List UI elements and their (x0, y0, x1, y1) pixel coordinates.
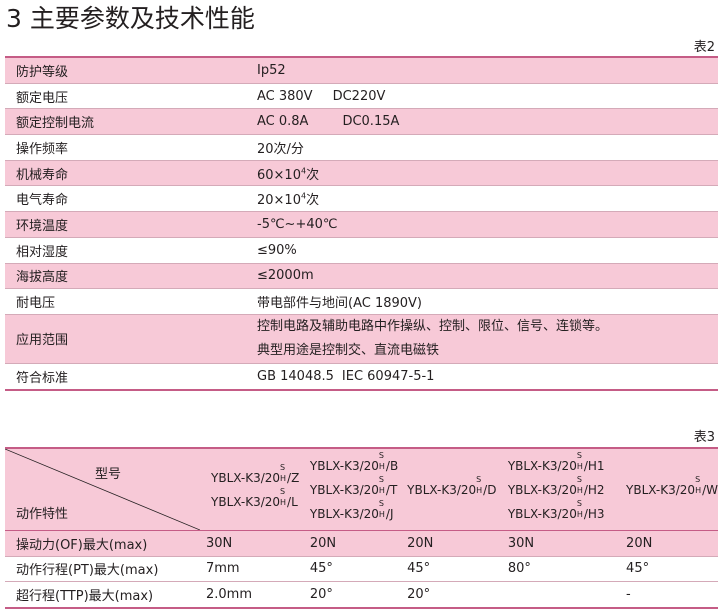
param-value: IEC 60947-5-1 (341, 368, 435, 384)
param-label: 耐电压 (5, 288, 255, 315)
param-unit: 次 (306, 193, 320, 209)
param-unit: 次 (306, 167, 320, 183)
cell-value: 2.0mm (200, 581, 304, 609)
param-value: ≤2000m (255, 263, 718, 290)
row-label: 操动力(OF)最大(max) (5, 530, 200, 557)
param-value: ≤90% (255, 237, 718, 264)
header-type-label: 型号 (95, 467, 122, 482)
table3-tag: 表3 (693, 430, 715, 445)
section-title: 3 主要参数及技术性能 (6, 4, 255, 33)
cell-value: 20N (303, 530, 402, 557)
param-value: DC0.15A (342, 114, 400, 130)
table-row: 相对湿度 ≤90% (5, 237, 718, 264)
table-row: 应用范围 控制电路及辅助电路中作操纵、控制、限位、信号、连锁等。 典型用途是控制交… (5, 314, 718, 364)
param-value: -5℃~+40℃ (255, 211, 718, 238)
cell-value: - (620, 581, 718, 609)
parameters-table: 防护等级 Ip52 额定电压 AC 380V DC220V 额定控制电流 AC 0… (5, 55, 718, 391)
param-value: 带电部件与地间(AC 1890V) (255, 288, 718, 315)
param-value: 20次/分 (255, 134, 718, 161)
table-row: 动作行程(PT)最大(max) 7mm 45° 45° 80° 45° (5, 556, 718, 582)
param-label: 电气寿命 (5, 185, 255, 213)
cell-value: 20N (620, 530, 718, 557)
cell-value: 20° (303, 581, 402, 609)
action-characteristics-table: 型号 动作特性 YBLX-K3/20 S H/Z YBLX-K3/20 S H/L YB… (5, 447, 718, 609)
table-row: 额定控制电流 AC 0.8A DC0.15A (5, 108, 718, 136)
param-label: 海拔高度 (5, 263, 255, 290)
table-row: 防护等级 Ip52 (5, 55, 718, 84)
table-row: 超行程(TTP)最大(max) 2.0mm 20° 20° - (5, 581, 718, 609)
table2-tag: 表2 (693, 40, 715, 55)
param-value: AC 380V (257, 88, 313, 104)
cell-value: 20N (401, 530, 502, 557)
param-value: AC 0.8A (257, 114, 309, 130)
param-label: 额定控制电流 (5, 108, 255, 136)
model-column-5: YBLX-K3/20 S H/W (620, 447, 718, 531)
param-label: 机械寿命 (5, 160, 255, 187)
param-label: 操作频率 (5, 134, 255, 161)
diagonal-header-cell: 型号 动作特性 (5, 449, 200, 530)
table-row: 环境温度 -5℃~+40℃ (5, 211, 718, 238)
table-row: 耐电压 带电部件与地间(AC 1890V) (5, 288, 718, 315)
param-label: 相对湿度 (5, 237, 255, 264)
table-row: 电气寿命 20×104次 (5, 185, 718, 213)
param-value: 60×10 (257, 167, 301, 183)
param-value: DC220V (332, 88, 386, 104)
model-column-3: YBLX-K3/20 S H/D (401, 447, 502, 531)
model-column-2: YBLX-K3/20 S H/B YBLX-K3/20 S H/T YBLX-K3/20… (303, 447, 402, 531)
cell-value: 30N (501, 530, 621, 557)
param-label: 应用范围 (5, 314, 255, 364)
param-value: Ip52 (255, 55, 718, 84)
cell-value: 80° (501, 556, 621, 582)
table-header-row: 型号 动作特性 YBLX-K3/20 S H/Z YBLX-K3/20 S H/L YB… (5, 447, 718, 531)
table-row: 额定电压 AC 380V DC220V (5, 83, 718, 110)
cell-value: 20° (401, 581, 502, 609)
table-row: 机械寿命 60×104次 (5, 160, 718, 187)
table-row: 海拔高度 ≤2000m (5, 263, 718, 290)
param-label: 额定电压 (5, 83, 255, 110)
cell-value: 7mm (200, 556, 304, 582)
header-action-label: 动作特性 (16, 507, 69, 522)
param-label: 防护等级 (5, 55, 255, 84)
cell-value (501, 581, 621, 609)
param-label: 符合标准 (5, 363, 255, 391)
cell-value: 45° (401, 556, 502, 582)
row-label: 超行程(TTP)最大(max) (5, 581, 200, 609)
param-label: 环境温度 (5, 211, 255, 238)
param-value: GB 14048.5 (257, 368, 334, 384)
param-value: 控制电路及辅助电路中作操纵、控制、限位、信号、连锁等。 (257, 318, 609, 334)
table-row: 符合标准 GB 14048.5 IEC 60947-5-1 (5, 363, 718, 391)
table-row: 操动力(OF)最大(max) 30N 20N 20N 30N 20N (5, 530, 718, 557)
cell-value: 30N (200, 530, 304, 557)
model-column-4: YBLX-K3/20 S H/H1 YBLX-K3/20 S H/H2 YBLX-K3/… (501, 447, 621, 531)
row-label: 动作行程(PT)最大(max) (5, 556, 200, 582)
cell-value: 45° (303, 556, 402, 582)
param-value: 典型用途是控制交、直流电磁铁 (257, 342, 440, 358)
param-value: 20×10 (257, 193, 301, 209)
cell-value: 45° (620, 556, 718, 582)
table-row: 操作频率 20次/分 (5, 134, 718, 161)
model-column-1: YBLX-K3/20 S H/Z YBLX-K3/20 S H/L (200, 447, 304, 531)
